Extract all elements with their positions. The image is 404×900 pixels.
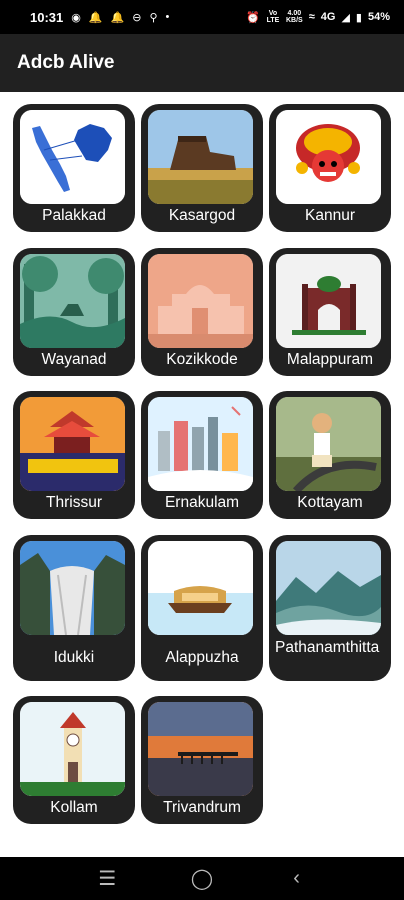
chat-icon: ◉ (71, 11, 81, 24)
district-card-trivandrum[interactable]: Trivandrum (141, 696, 263, 824)
district-card-ernakulam[interactable]: Ernakulam (141, 391, 263, 519)
home-icon[interactable]: ◯ (182, 866, 222, 891)
houseboat-image (148, 541, 253, 635)
recents-icon[interactable]: ☰ (87, 866, 127, 891)
district-label: Kottayam (297, 494, 363, 511)
district-card-kottayam[interactable]: Kottayam (269, 391, 391, 519)
district-card-kasargod[interactable]: Kasargod (141, 104, 263, 232)
fort-image (148, 110, 253, 204)
district-card-wayanad[interactable]: Wayanad (13, 248, 135, 376)
misty-hills-image (276, 541, 381, 635)
battery-level: 54% (367, 11, 390, 23)
data-speed-icon: 4.00 KB/S (286, 10, 303, 24)
pier-sunset-image (148, 702, 253, 796)
bell-icon: 🔔 (88, 11, 103, 24)
dam-image (20, 541, 125, 635)
district-label: Palakkad (42, 207, 106, 224)
district-grid: Palakkad Kasargod Kannur Wayanad Kozikko… (0, 92, 404, 857)
district-card-kannur[interactable]: Kannur (269, 104, 391, 232)
district-label: Kozikkode (166, 351, 238, 368)
district-label: Kasargod (168, 207, 236, 224)
city-skyline-image (148, 397, 253, 491)
district-card-kozikkode[interactable]: Kozikkode (141, 248, 263, 376)
battery-icon: ▮ (355, 11, 362, 24)
alarm-icon: ⏰ (246, 11, 260, 24)
district-label: Ernakulam (164, 494, 240, 511)
kerala-map-image (20, 110, 125, 204)
app-title: Adcb Alive (17, 52, 115, 73)
location-icon: ⚲ (149, 11, 158, 24)
temple-festival-image (20, 397, 125, 491)
district-card-thrissur[interactable]: Thrissur (13, 391, 135, 519)
district-card-kollam[interactable]: Kollam (13, 696, 135, 824)
status-bar: 10:31 ◉ 🔔 🔔 ⊖ ⚲ • ⏰ Vo LTE 4.00 KB/S ≈ 4… (0, 0, 404, 34)
palace-image (148, 254, 253, 348)
district-card-alappuzha[interactable]: Alappuzha (141, 535, 263, 681)
signal-icon: ◢ (341, 11, 350, 24)
district-card-idukki[interactable]: Idukki (13, 535, 135, 681)
vpn-icon: ⊖ (132, 11, 142, 24)
network-type: 4G (320, 11, 336, 23)
district-card-palakkad[interactable]: Palakkad (13, 104, 135, 232)
volte-icon: Vo LTE (266, 10, 280, 24)
district-label: Pathanamthitta (275, 639, 380, 656)
district-label: Trivandrum (163, 799, 241, 816)
district-label: Alappuzha (165, 649, 239, 666)
forest-image (20, 254, 125, 348)
gateway-image (276, 254, 381, 348)
system-nav-bar: ☰ ◯ ‹ (0, 857, 404, 900)
district-label: Idukki (53, 649, 95, 666)
wifi-icon: ≈ (308, 11, 315, 23)
district-label: Malappuram (286, 351, 374, 368)
speed-unit: KB/S (285, 17, 303, 24)
rubber-farmer-image (276, 397, 381, 491)
theyyam-image (276, 110, 381, 204)
district-label: Thrissur (46, 494, 102, 511)
speed-value: 4.00 (287, 10, 302, 17)
district-card-pathanamthitta[interactable]: Pathanamthitta (269, 535, 391, 681)
district-label: Kollam (50, 799, 98, 816)
district-label: Wayanad (41, 351, 107, 368)
back-icon[interactable]: ‹ (277, 867, 317, 890)
clock-tower-image (20, 702, 125, 796)
district-card-malappuram[interactable]: Malappuram (269, 248, 391, 376)
dot-icon: • (165, 11, 170, 23)
app-bar: Adcb Alive (0, 34, 404, 92)
bell-icon: 🔔 (110, 11, 125, 24)
district-label: Kannur (305, 207, 355, 224)
status-time: 10:31 (30, 9, 64, 25)
